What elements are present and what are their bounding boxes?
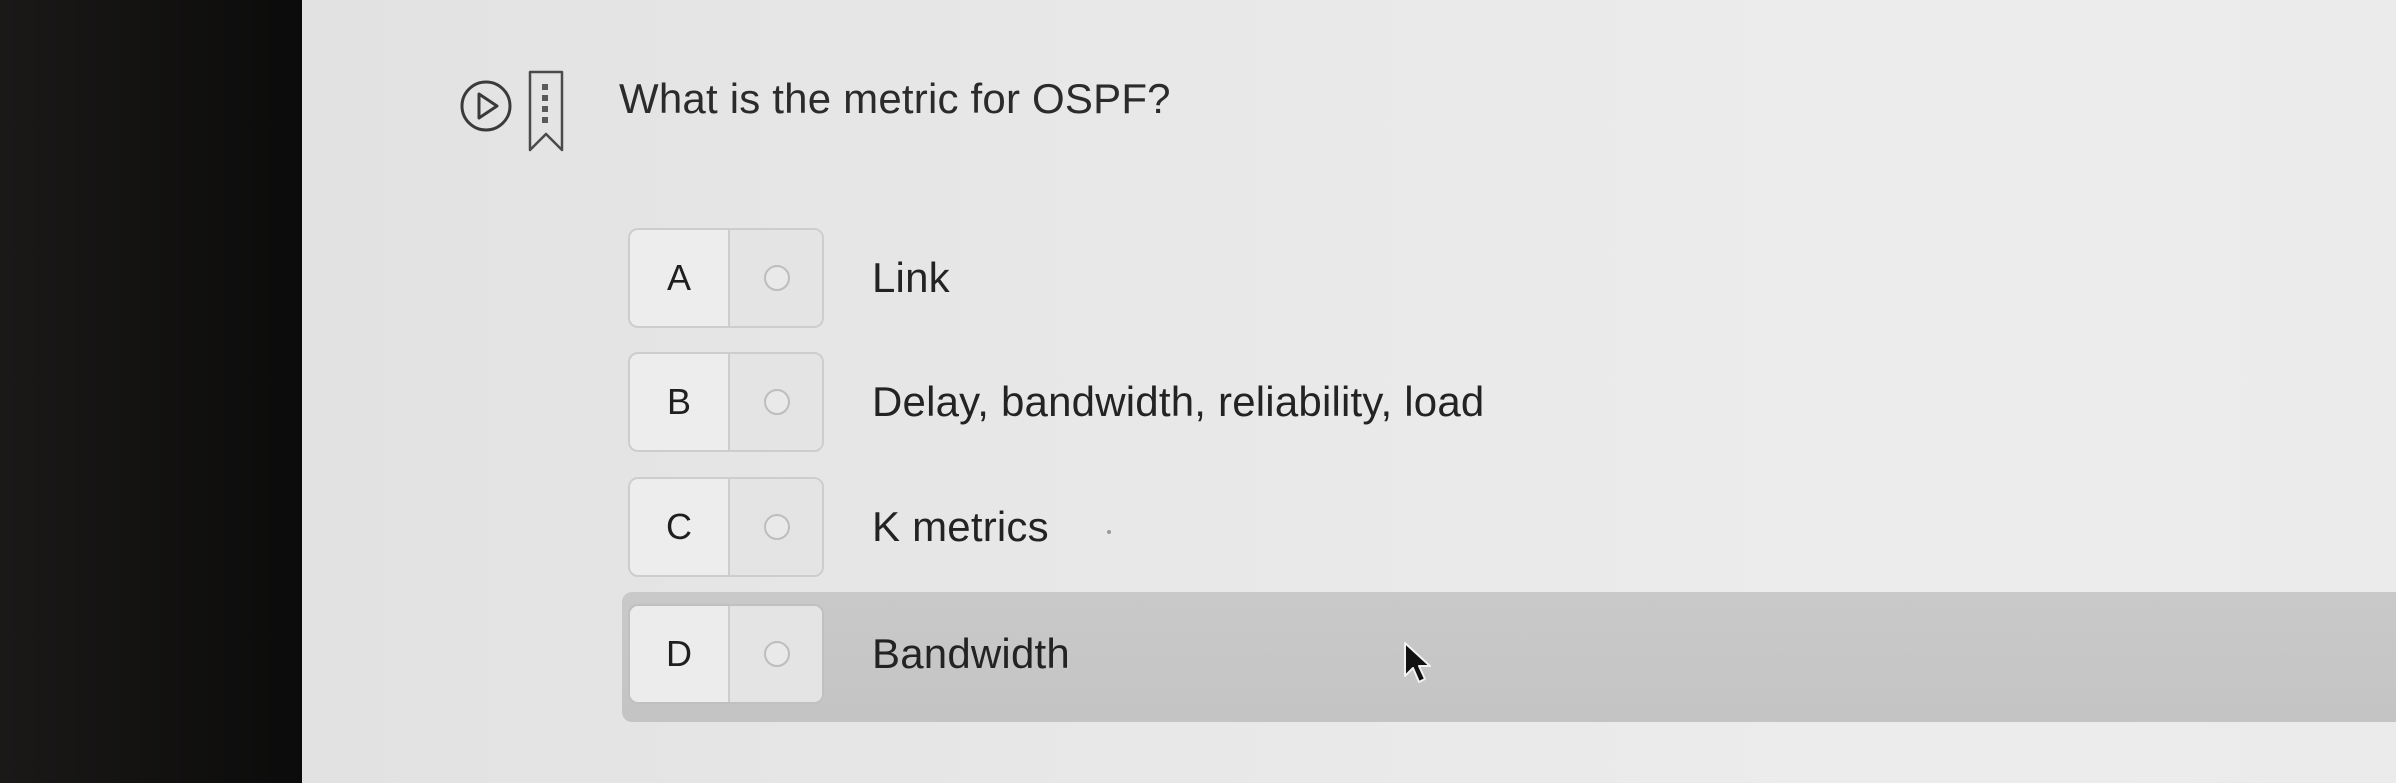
option-d-selector[interactable]: D [628,604,824,704]
option-c-selector[interactable]: C [628,477,824,577]
radio-button[interactable] [764,641,790,667]
radio-button[interactable] [764,389,790,415]
radio-button[interactable] [764,514,790,540]
option-letter: A [666,257,691,298]
answer-options: A Link B Delay, bandwidth, reliability, … [302,0,2396,783]
quiz-screen: What is the metric for OSPF? A Link B De… [302,0,2396,783]
option-a-selector[interactable]: A [628,228,824,328]
option-letter: B [666,381,691,422]
option-b[interactable]: B Delay, bandwidth, reliability, load [628,352,2396,458]
radio-cell[interactable] [730,230,822,326]
option-letter: D [666,633,692,674]
option-a[interactable]: A Link [628,228,2396,334]
option-c[interactable]: C K metrics [628,477,2396,583]
radio-cell[interactable] [730,354,822,450]
option-text[interactable]: Bandwidth [872,604,1070,704]
radio-cell[interactable] [730,606,822,702]
option-text[interactable]: Link [872,228,950,328]
radio-button[interactable] [764,265,790,291]
option-b-selector[interactable]: B [628,352,824,452]
radio-cell[interactable] [730,479,822,575]
option-letter: C [666,506,692,547]
pointer-arrow-icon [1404,642,1431,683]
option-d[interactable]: D Bandwidth [622,592,2396,722]
monitor-bezel [0,0,305,783]
option-text[interactable]: Delay, bandwidth, reliability, load [872,352,1484,452]
screen-speck [1107,530,1111,534]
option-text[interactable]: K metrics [872,477,1049,577]
